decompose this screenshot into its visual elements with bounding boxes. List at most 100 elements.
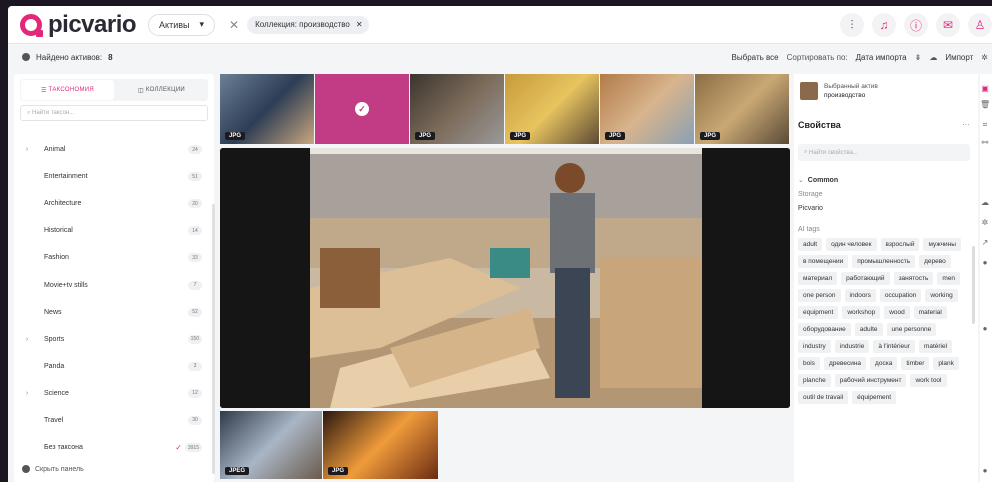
- ai-tag[interactable]: occupation: [879, 289, 922, 302]
- taxonomy-scrollbar[interactable]: [212, 204, 215, 474]
- ai-tag[interactable]: занятость: [893, 272, 934, 285]
- taxonomy-item[interactable]: › Animal 24: [20, 136, 206, 163]
- import-icon[interactable]: ☁: [929, 53, 937, 62]
- close-icon[interactable]: ✕: [356, 20, 363, 29]
- taxonomy-item[interactable]: › Science 12: [20, 380, 206, 407]
- chevron-right-icon[interactable]: ›: [20, 390, 34, 397]
- ai-tag[interactable]: planche: [798, 374, 831, 387]
- dot-icon[interactable]: ●: [980, 258, 990, 270]
- link-icon[interactable]: ⚯: [980, 138, 990, 150]
- ai-tag[interactable]: bois: [798, 357, 820, 370]
- taxonomy-item-count: 20: [188, 199, 202, 209]
- help-icon[interactable]: ●: [980, 466, 990, 478]
- ai-tag[interactable]: one person: [798, 289, 841, 302]
- picvario-logo[interactable]: picvario: [20, 11, 137, 39]
- ai-tag[interactable]: wood: [884, 306, 910, 319]
- select-all-button[interactable]: Выбрать все: [732, 53, 779, 62]
- ai-tag[interactable]: industrie: [834, 340, 870, 353]
- ai-tag[interactable]: working: [925, 289, 958, 302]
- asset-thumbnail[interactable]: JPG: [220, 74, 314, 144]
- taxon-search-input[interactable]: ⌕ Найти таксон...: [20, 105, 208, 121]
- chevron-right-icon[interactable]: ›: [20, 336, 34, 343]
- taxonomy-item[interactable]: News 52: [20, 299, 206, 326]
- taxonomy-item[interactable]: Entertainment 51: [20, 163, 206, 190]
- bell-icon[interactable]: ♫: [872, 13, 896, 37]
- asset-thumbnail[interactable]: ✓: [315, 74, 409, 144]
- ai-tag[interactable]: рабочий инструмент: [834, 374, 907, 387]
- properties-rail-icon[interactable]: ▣: [980, 84, 990, 96]
- info-icon[interactable]: ⓘ: [904, 13, 928, 37]
- import-button[interactable]: Импорт: [945, 53, 973, 62]
- ai-tag[interactable]: plank: [933, 357, 959, 370]
- ai-tag[interactable]: industry: [798, 340, 831, 353]
- assets-dropdown-label: Активы: [159, 19, 190, 30]
- asset-thumbnail[interactable]: JPG: [323, 411, 438, 479]
- sliders-icon[interactable]: ⫶: [840, 13, 864, 37]
- asset-thumbnail[interactable]: JPG: [600, 74, 694, 144]
- tab-taxonomy[interactable]: ☰ ТАКСОНОМИЯ: [21, 80, 114, 100]
- taxonomy-item[interactable]: Movie+tv stills 7: [20, 271, 206, 298]
- asset-thumbnail[interactable]: JPEG: [220, 411, 322, 479]
- ai-tag[interactable]: adulte: [854, 323, 883, 336]
- filter-chip[interactable]: Коллекция: производство ✕: [247, 15, 369, 34]
- clear-filters-icon[interactable]: ✕: [229, 18, 239, 32]
- ai-tag[interactable]: древесина: [823, 357, 867, 370]
- taxonomy-item[interactable]: Panda 3: [20, 353, 206, 380]
- user-icon[interactable]: ♙: [968, 13, 992, 37]
- inbox-icon[interactable]: ✉: [936, 13, 960, 37]
- ai-tag[interactable]: adult: [798, 238, 823, 251]
- ai-tag[interactable]: работающий: [841, 272, 890, 285]
- ai-tag[interactable]: outil de travail: [798, 391, 849, 404]
- ai-tag[interactable]: equipment: [798, 306, 839, 319]
- section-common[interactable]: ⌄ Common: [798, 176, 838, 184]
- tab-collections[interactable]: ◫ КОЛЛЕКЦИИ: [115, 79, 208, 101]
- gear-icon[interactable]: ✲: [981, 53, 988, 62]
- ai-tag[interactable]: доска: [870, 357, 898, 370]
- ai-tag[interactable]: в помещении: [798, 255, 849, 268]
- assets-dropdown[interactable]: Активы ▾: [148, 13, 216, 36]
- ai-tag[interactable]: matériel: [918, 340, 953, 353]
- settings-icon[interactable]: ✲: [980, 218, 990, 230]
- share-icon[interactable]: ↗: [980, 238, 990, 250]
- cloud-icon[interactable]: ☁: [980, 198, 990, 210]
- asset-thumbnail[interactable]: JPG: [410, 74, 504, 144]
- taxonomy-item[interactable]: Historical 14: [20, 217, 206, 244]
- collapse-icon[interactable]: [22, 53, 30, 61]
- chat-icon[interactable]: ●: [980, 324, 990, 336]
- properties-search-input[interactable]: ⌕ Найти свойства...: [798, 144, 970, 161]
- sort-dropdown[interactable]: Дата импорта: [856, 53, 907, 62]
- taxonomy-item[interactable]: Fashion 33: [20, 244, 206, 271]
- crop-icon[interactable]: ⌗: [980, 120, 990, 132]
- taxonomy-item[interactable]: Architecture 20: [20, 190, 206, 217]
- ai-tag[interactable]: взрослый: [880, 238, 920, 251]
- image-preview[interactable]: [220, 148, 790, 408]
- asset-thumbnail[interactable]: JPG: [695, 74, 789, 144]
- ai-tag[interactable]: мужчины: [923, 238, 961, 251]
- hide-panel-button[interactable]: Скрыть панель: [22, 465, 84, 473]
- ai-tag[interactable]: timber: [901, 357, 930, 370]
- trash-icon[interactable]: 🗑: [980, 100, 990, 112]
- ai-tag[interactable]: workshop: [842, 306, 881, 319]
- taxonomy-item[interactable]: Без таксона 3915 ✓: [20, 434, 206, 461]
- ai-tag[interactable]: промышленность: [852, 255, 916, 268]
- ai-tag[interactable]: оборудование: [798, 323, 851, 336]
- ai-tag[interactable]: indoors: [844, 289, 876, 302]
- chevron-right-icon[interactable]: ›: [20, 146, 34, 153]
- ai-tag[interactable]: материал: [798, 272, 838, 285]
- ai-tag[interactable]: une personne: [886, 323, 937, 336]
- selected-asset-thumbnail: [800, 82, 818, 100]
- ai-tag[interactable]: work tool: [910, 374, 947, 387]
- asset-thumbnail[interactable]: JPG: [505, 74, 599, 144]
- ai-tag[interactable]: material: [913, 306, 947, 319]
- ai-tag[interactable]: дерево: [919, 255, 951, 268]
- more-options-icon[interactable]: ···: [962, 120, 970, 129]
- ai-tag[interactable]: à l'intérieur: [873, 340, 915, 353]
- taxonomy-item[interactable]: Travel 30: [20, 407, 206, 434]
- properties-scrollbar[interactable]: [972, 246, 975, 324]
- selected-asset-name: производство: [824, 92, 866, 99]
- ai-tag[interactable]: men: [937, 272, 961, 285]
- ai-tag[interactable]: équipement: [852, 391, 897, 404]
- ai-tag[interactable]: один человек: [826, 238, 877, 251]
- taxonomy-item[interactable]: › Sports 150: [20, 326, 206, 353]
- sort-order-icon[interactable]: ⇟: [915, 53, 922, 62]
